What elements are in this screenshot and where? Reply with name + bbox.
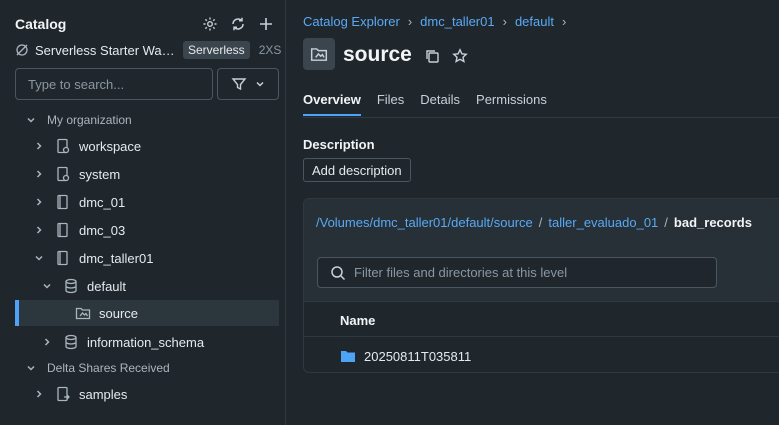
- tree-section-my-organization[interactable]: My organization: [15, 107, 279, 133]
- chevron-right-icon[interactable]: [33, 224, 45, 236]
- catalog-icon: [55, 222, 71, 238]
- volume-icon: [303, 38, 335, 70]
- catalog-icon: [55, 138, 71, 154]
- filter-button[interactable]: [217, 68, 279, 100]
- tree-item-samples[interactable]: samples: [15, 381, 279, 407]
- tree-section-label: Delta Shares Received: [47, 361, 170, 375]
- refresh-icon[interactable]: [228, 14, 248, 34]
- file-browser-panel: /Volumes/dmc_taller01/default/source / t…: [303, 198, 779, 373]
- chevron-down-icon: [255, 79, 265, 89]
- tree-item-label: system: [79, 166, 121, 182]
- catalog-icon: [55, 250, 71, 266]
- chevron-down-icon[interactable]: [25, 362, 37, 374]
- path-current: bad_records: [673, 215, 752, 230]
- chevron-down-icon[interactable]: [25, 114, 37, 126]
- settings-icon[interactable]: [200, 14, 220, 34]
- catalog-icon: [55, 194, 71, 210]
- path-separator: /: [664, 215, 668, 230]
- tab-files[interactable]: Files: [377, 92, 404, 116]
- add-icon[interactable]: [256, 14, 276, 34]
- filter-placeholder: Filter files and directories at this lev…: [354, 265, 568, 280]
- table-row[interactable]: 20250811T035811: [304, 338, 779, 372]
- chevron-right-icon: ›: [562, 14, 567, 29]
- schema-database-icon: [63, 278, 79, 294]
- search-placeholder: Type to search...: [28, 76, 125, 92]
- add-description-button[interactable]: Add description: [303, 158, 411, 182]
- tree-item-label: information_schema: [87, 334, 205, 350]
- search-icon: [330, 265, 346, 281]
- file-filter-input[interactable]: Filter files and directories at this lev…: [317, 257, 717, 288]
- chevron-right-icon: ›: [502, 14, 507, 29]
- shared-catalog-icon: [55, 386, 71, 402]
- chevron-right-icon[interactable]: [33, 140, 45, 152]
- tree-item-label: dmc_01: [79, 194, 126, 210]
- volume-folder-icon: [75, 305, 91, 321]
- chevron-right-icon: ›: [407, 14, 413, 29]
- chevron-right-icon[interactable]: [33, 196, 45, 208]
- chevron-down-icon[interactable]: [33, 252, 45, 264]
- catalog-search-input[interactable]: Type to search...: [15, 68, 213, 100]
- tree-section-label: My organization: [47, 113, 132, 127]
- tree-item-dmc-01[interactable]: dmc_01: [15, 189, 279, 215]
- tree-item-information-schema[interactable]: information_schema: [15, 329, 279, 355]
- catalog-sidebar: Catalog Serverless Starter Wareh... Serv…: [0, 0, 286, 425]
- tree-item-label: samples: [79, 386, 128, 402]
- tab-details[interactable]: Details: [420, 92, 460, 116]
- breadcrumb-catalog[interactable]: dmc_taller01: [420, 14, 494, 29]
- tab-permissions[interactable]: Permissions: [476, 92, 547, 116]
- tree-item-system[interactable]: system: [15, 161, 279, 187]
- path-link-volume[interactable]: /Volumes/dmc_taller01/default/source: [316, 215, 533, 230]
- tab-overview[interactable]: Overview: [303, 92, 361, 116]
- tree-item-default[interactable]: default: [15, 273, 279, 299]
- warehouse-name: Serverless Starter Wareh...: [35, 42, 177, 58]
- copy-icon[interactable]: [424, 48, 440, 64]
- page-title: source: [343, 43, 412, 66]
- schema-database-icon: [63, 334, 79, 350]
- column-header-name[interactable]: Name: [340, 313, 375, 328]
- file-browser-header: /Volumes/dmc_taller01/default/source / t…: [304, 199, 779, 301]
- catalog-icon: [55, 166, 71, 182]
- tree-item-label: default: [87, 278, 127, 294]
- filter-icon: [231, 76, 247, 92]
- sidebar-title: Catalog: [15, 16, 67, 32]
- tree-item-dmc-03[interactable]: dmc_03: [15, 217, 279, 243]
- tree-item-source[interactable]: source: [15, 300, 279, 326]
- breadcrumb-schema[interactable]: default: [515, 14, 554, 29]
- tree-item-label: dmc_03: [79, 222, 126, 238]
- breadcrumb: Catalog Explorer › dmc_taller01 › defaul…: [303, 14, 566, 29]
- folder-icon: [340, 349, 356, 363]
- chevron-right-icon[interactable]: [33, 388, 45, 400]
- warehouse-selector[interactable]: Serverless Starter Wareh... Serverless 2…: [15, 40, 281, 60]
- file-name[interactable]: 20250811T035811: [364, 349, 471, 364]
- path-link-folder[interactable]: taller_evaluado_01: [548, 215, 658, 230]
- breadcrumb-catalog-explorer[interactable]: Catalog Explorer: [303, 14, 400, 29]
- tree-item-dmc-taller01[interactable]: dmc_taller01: [15, 245, 279, 271]
- chevron-right-icon[interactable]: [41, 336, 53, 348]
- tabs-divider: [303, 117, 779, 118]
- tab-bar: Overview Files Details Permissions: [303, 92, 547, 116]
- star-icon[interactable]: [452, 48, 468, 64]
- serverless-badge: Serverless: [183, 41, 250, 59]
- chevron-right-icon[interactable]: [33, 168, 45, 180]
- tree-item-workspace[interactable]: workspace: [15, 133, 279, 159]
- warehouse-size: 2XS: [258, 43, 282, 57]
- path-separator: /: [538, 215, 543, 230]
- chevron-down-icon[interactable]: [41, 280, 53, 292]
- warehouse-icon: [15, 43, 29, 57]
- volume-path: /Volumes/dmc_taller01/default/source / t…: [316, 215, 752, 230]
- tree-item-label: dmc_taller01: [79, 250, 154, 266]
- description-label: Description: [303, 137, 375, 152]
- tree-item-label: workspace: [79, 138, 142, 154]
- tree-item-label: source: [99, 305, 139, 321]
- main-content: Catalog Explorer › dmc_taller01 › defaul…: [287, 0, 779, 425]
- table-header: Name: [304, 301, 779, 337]
- tree-section-delta-shares[interactable]: Delta Shares Received: [15, 355, 279, 381]
